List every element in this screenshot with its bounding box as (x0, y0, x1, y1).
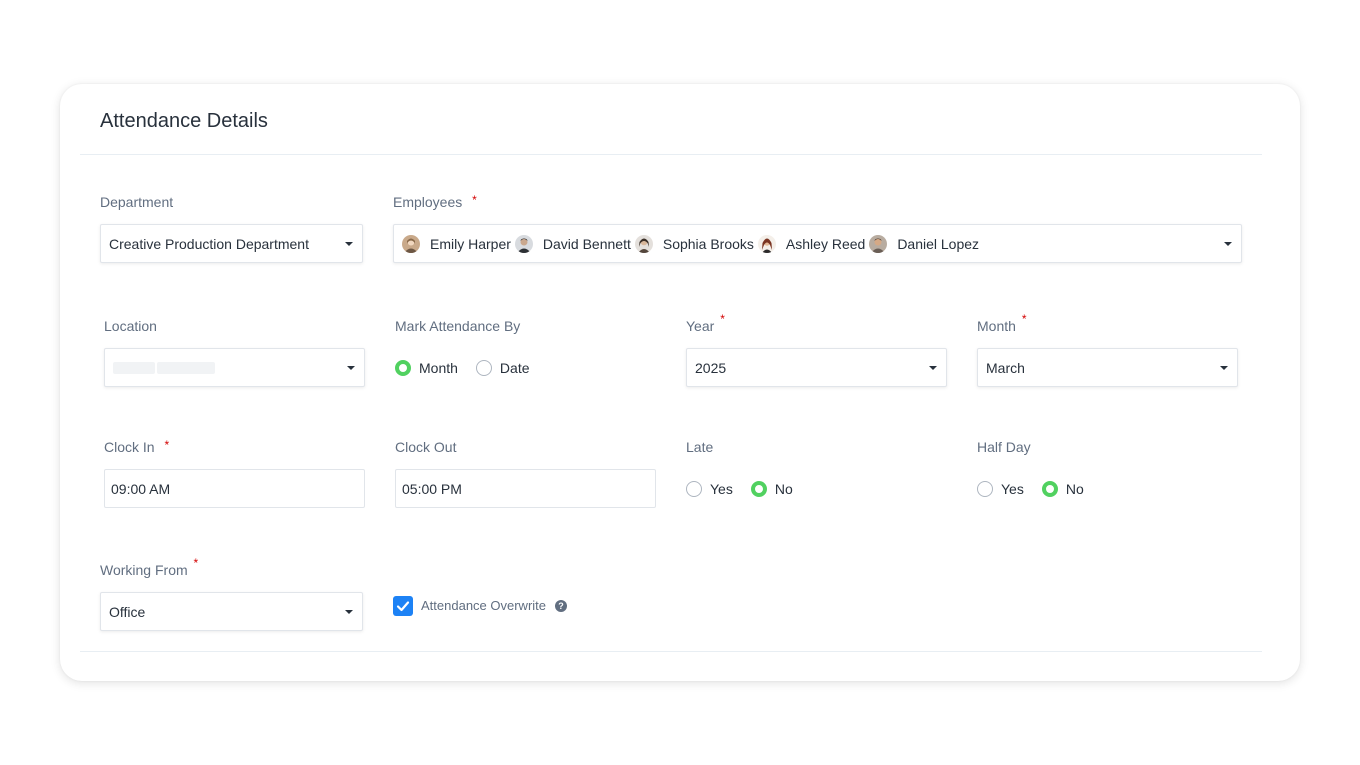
avatar (634, 234, 653, 253)
required-mark: * (472, 193, 477, 207)
avatar (869, 234, 888, 253)
month-label: Month * (977, 312, 1026, 334)
employees-label: Employees * (393, 193, 477, 210)
chevron-down-icon (347, 366, 355, 370)
employee-name: Sophia Brooks (662, 235, 754, 252)
clock-out-value: 05:00 PM (402, 480, 462, 497)
avatar (402, 234, 420, 253)
chevron-down-icon (1220, 366, 1228, 370)
required-mark: * (720, 312, 725, 326)
employees-label-text: Employees (393, 194, 463, 210)
month-label-text: Month (977, 318, 1016, 334)
radio-half-day-yes[interactable] (977, 481, 993, 497)
avatar (514, 234, 533, 253)
chevron-down-icon (345, 610, 353, 614)
mark-attendance-by-group: Month Date (395, 360, 548, 376)
clock-in-label-text: Clock In (104, 439, 155, 455)
radio-half-day-yes-label[interactable]: Yes (1001, 481, 1024, 497)
selected-employee: Daniel Lopez (869, 234, 980, 253)
location-select[interactable] (104, 348, 365, 387)
clock-in-label: Clock In * (104, 438, 169, 455)
location-label: Location (104, 318, 157, 334)
employees-multiselect[interactable]: Emily Harper David Bennett Sophia Brooks… (393, 224, 1242, 263)
late-group: Yes No (686, 481, 811, 497)
year-label: Year * (686, 312, 725, 334)
working-from-label: Working From * (100, 556, 198, 578)
working-from-select[interactable]: Office (100, 592, 363, 631)
clock-out-label: Clock Out (395, 439, 457, 455)
department-select[interactable]: Creative Production Department (100, 224, 363, 263)
location-loading-placeholder (113, 361, 217, 374)
radio-month-label[interactable]: Month (419, 360, 458, 376)
month-value: March (986, 359, 1025, 376)
radio-date-label[interactable]: Date (500, 360, 530, 376)
header-divider (80, 154, 1262, 155)
radio-late-no[interactable] (750, 481, 767, 497)
radio-late-yes-label[interactable]: Yes (710, 481, 733, 497)
employee-name: Daniel Lopez (897, 235, 980, 252)
radio-date[interactable] (475, 360, 492, 376)
attendance-overwrite-checkbox[interactable] (393, 596, 413, 616)
year-select[interactable]: 2025 (686, 348, 947, 387)
chevron-down-icon (1224, 242, 1232, 246)
mark-attendance-by-label: Mark Attendance By (395, 318, 521, 334)
required-mark: * (193, 556, 199, 570)
selected-employee: David Bennett (514, 234, 631, 253)
clock-out-input[interactable]: 05:00 PM (395, 469, 656, 508)
chevron-down-icon (929, 366, 937, 370)
working-from-value: Office (109, 603, 146, 620)
radio-late-yes[interactable] (686, 481, 702, 497)
radio-month[interactable] (395, 360, 411, 376)
selected-employee: Emily Harper (402, 234, 511, 253)
month-select[interactable]: March (977, 348, 1238, 387)
required-mark: * (1021, 312, 1027, 326)
radio-half-day-no[interactable] (1041, 481, 1058, 497)
half-day-group: Yes No (977, 481, 1102, 497)
selected-employee: Sophia Brooks (634, 234, 754, 253)
clock-in-input[interactable]: 09:00 AM (104, 469, 365, 508)
department-value: Creative Production Department (109, 235, 309, 252)
attendance-overwrite-label[interactable]: Attendance Overwrite (421, 598, 546, 613)
year-label-text: Year (686, 318, 715, 334)
attendance-card: Attendance Details Department Creative P… (60, 84, 1300, 681)
chevron-down-icon (345, 242, 353, 246)
employee-name: Emily Harper (430, 235, 511, 252)
selected-employee: Ashley Reed (757, 234, 866, 253)
department-label: Department (100, 194, 174, 210)
question-circle-icon[interactable]: ? (555, 600, 567, 612)
avatar (757, 234, 776, 253)
radio-late-no-label[interactable]: No (775, 481, 793, 497)
required-mark: * (164, 438, 170, 452)
employee-name: Ashley Reed (785, 235, 866, 252)
clock-in-value: 09:00 AM (111, 480, 171, 497)
checkmark-icon (396, 601, 410, 612)
year-value: 2025 (695, 359, 727, 376)
page-title: Attendance Details (100, 110, 268, 132)
employee-name: David Bennett (542, 235, 631, 252)
late-label: Late (686, 439, 714, 455)
radio-half-day-no-label[interactable]: No (1066, 481, 1084, 497)
footer-divider (80, 651, 1262, 652)
half-day-label: Half Day (977, 439, 1031, 455)
working-from-label-text: Working From (100, 562, 188, 578)
